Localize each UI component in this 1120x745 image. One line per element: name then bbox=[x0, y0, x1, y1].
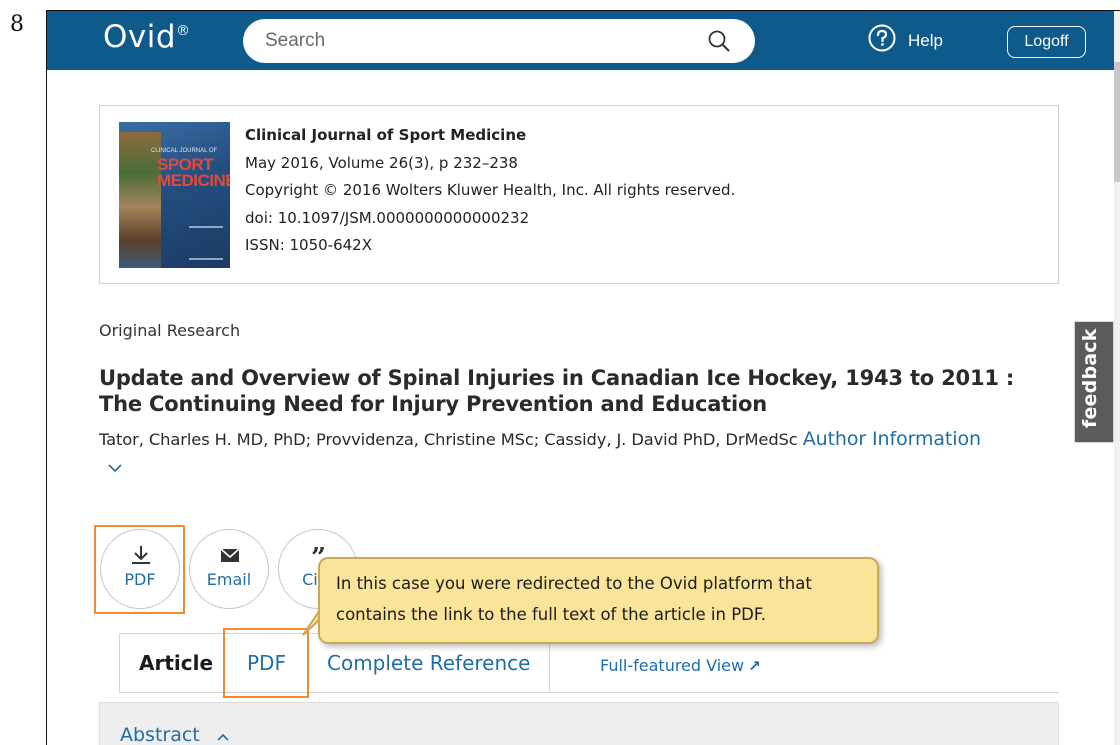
step-number: 8 bbox=[10, 12, 24, 37]
help-icon[interactable] bbox=[867, 23, 897, 53]
logoff-button[interactable]: Logoff bbox=[1007, 26, 1086, 58]
pdf-tab-highlight bbox=[223, 628, 309, 698]
registered-mark: ® bbox=[176, 23, 191, 39]
pdf-button-highlight bbox=[94, 525, 185, 614]
search-icon[interactable] bbox=[707, 29, 731, 53]
chevron-down-icon[interactable] bbox=[107, 462, 123, 474]
journal-info-card: CLINICAL JOURNAL OF SPORT MEDICINE Clini… bbox=[99, 105, 1059, 284]
feedback-label[interactable]: feedback bbox=[1079, 328, 1101, 428]
journal-copyright: Copyright © 2016 Wolters Kluwer Health, … bbox=[245, 181, 736, 199]
search-input[interactable] bbox=[265, 27, 685, 55]
journal-cover-image: CLINICAL JOURNAL OF SPORT MEDICINE bbox=[119, 122, 230, 268]
journal-issn: ISSN: 1050-642X bbox=[245, 236, 373, 254]
ovid-logo[interactable]: Ovid® bbox=[103, 19, 191, 55]
full-featured-view-link[interactable]: Full-featured View ↗ bbox=[600, 656, 761, 675]
email-button-label: Email bbox=[206, 570, 252, 589]
article-title: Update and Overview of Spinal Injuries i… bbox=[99, 366, 1015, 416]
top-header: Ovid® Help Logoff bbox=[47, 11, 1114, 70]
logo-text: Ovid bbox=[103, 19, 177, 55]
full-featured-view-label: Full-featured View bbox=[600, 656, 745, 675]
scrollbar-thumb[interactable] bbox=[1114, 62, 1120, 182]
journal-details: Clinical Journal of Sport Medicine May 2… bbox=[245, 122, 735, 260]
journal-doi: doi: 10.1097/JSM.0000000000000232 bbox=[245, 208, 530, 227]
search-box bbox=[243, 19, 755, 63]
abstract-toggle[interactable]: Abstract bbox=[120, 724, 200, 745]
help-link[interactable]: Help bbox=[908, 31, 943, 51]
tab-article[interactable]: Article bbox=[139, 651, 213, 675]
abstract-section bbox=[99, 702, 1059, 745]
cover-small-text: CLINICAL JOURNAL OF bbox=[151, 148, 218, 154]
journal-name: Clinical Journal of Sport Medicine bbox=[245, 126, 527, 144]
cover-title: SPORT MEDICINE bbox=[157, 156, 230, 190]
authors-text: Tator, Charles H. MD, PhD; Provvidenza, … bbox=[99, 430, 798, 449]
chevron-up-icon[interactable] bbox=[216, 732, 230, 742]
cover-title-line-2: MEDICINE bbox=[157, 171, 230, 190]
author-information-link[interactable]: Author Information bbox=[803, 428, 981, 450]
journal-issue: May 2016, Volume 26(3), p 232–238 bbox=[245, 153, 518, 172]
external-link-icon: ↗ bbox=[748, 657, 761, 675]
email-button[interactable]: Email bbox=[189, 529, 269, 609]
author-list: Tator, Charles H. MD, PhD; Provvidenza, … bbox=[99, 428, 981, 450]
tab-complete-reference[interactable]: Complete Reference bbox=[327, 651, 530, 675]
envelope-icon bbox=[220, 548, 240, 562]
cover-decoration bbox=[189, 226, 223, 260]
instruction-tooltip: In this case you were redirected to the … bbox=[318, 557, 879, 644]
article-type: Original Research bbox=[99, 321, 241, 340]
